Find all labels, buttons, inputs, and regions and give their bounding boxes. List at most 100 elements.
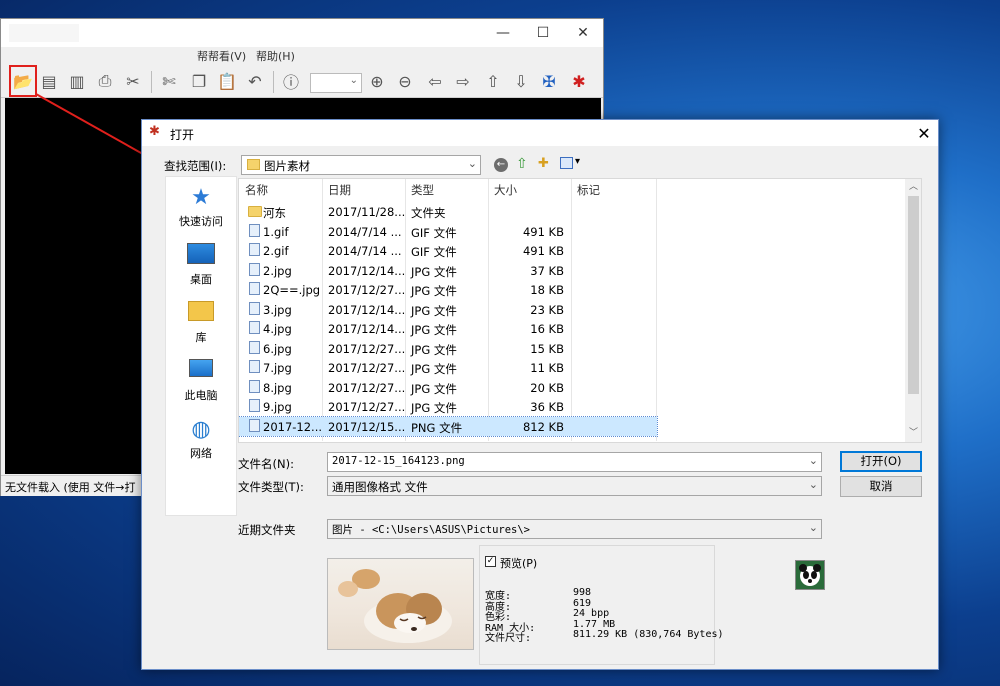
info-value: 1.77 MB bbox=[573, 618, 616, 630]
file-size: 491 KB bbox=[522, 244, 564, 258]
folder-icon bbox=[247, 159, 260, 170]
open-button[interactable]: 打开(O) bbox=[840, 451, 922, 472]
column-date[interactable]: 日期 bbox=[328, 182, 351, 198]
image-file-icon bbox=[249, 301, 260, 315]
view-menu-icon[interactable] bbox=[560, 157, 573, 169]
place-label: 网络 bbox=[190, 447, 212, 460]
place-desktop[interactable]: 桌面 bbox=[166, 237, 236, 293]
up-folder-icon[interactable]: ⇧ bbox=[516, 156, 528, 172]
file-name: 4.jpg bbox=[263, 322, 292, 336]
file-row[interactable]: 2Q==.jpg 2017/12/27... JPG 文件 18 KB bbox=[239, 280, 657, 300]
file-type: GIF 文件 bbox=[411, 245, 457, 259]
file-date: 2014/7/14 ... bbox=[328, 244, 402, 258]
places-bar: ★ 快速访问 桌面 库 此电脑 ◍ 网络 bbox=[165, 176, 237, 516]
file-row[interactable]: 2.jpg 2017/12/14... JPG 文件 37 KB bbox=[239, 261, 657, 281]
new-folder-icon[interactable]: ✚ bbox=[538, 156, 549, 171]
filename-combo[interactable]: 2017-12-15_164123.png ⌄ bbox=[327, 452, 822, 472]
file-size: 37 KB bbox=[530, 263, 564, 278]
file-name: 2.jpg bbox=[263, 263, 292, 278]
file-row[interactable]: 河东 2017/11/28... 文件夹 bbox=[239, 202, 657, 222]
scroll-up-icon[interactable]: ︿ bbox=[909, 179, 918, 192]
file-type: JPG 文件 bbox=[411, 362, 457, 376]
image-file-icon bbox=[249, 399, 260, 412]
preview-checkbox[interactable]: ✓ bbox=[485, 556, 496, 567]
file-row[interactable]: 7.jpg 2017/12/27... JPG 文件 11 KB bbox=[239, 358, 657, 378]
place-library[interactable]: 库 bbox=[166, 295, 236, 351]
column-size[interactable]: 大小 bbox=[494, 182, 517, 198]
filename-label: 文件名(N): bbox=[238, 457, 294, 471]
scrollbar-thumb[interactable] bbox=[908, 196, 919, 394]
recent-folders-value: 图片 - <C:\Users\ASUS\Pictures\> bbox=[332, 524, 531, 536]
image-file-icon bbox=[249, 262, 260, 276]
file-name: 1.gif bbox=[263, 224, 289, 239]
file-type: PNG 文件 bbox=[411, 420, 463, 435]
vertical-scrollbar[interactable]: ︿ ﹀ bbox=[905, 179, 921, 442]
file-type: JPG 文件 bbox=[411, 303, 457, 318]
file-name: 2.gif bbox=[263, 244, 289, 258]
file-date: 2017/12/27... bbox=[328, 283, 406, 297]
chevron-down-icon[interactable]: ⌄ bbox=[809, 478, 818, 491]
file-list[interactable]: 名称 ^ 日期 类型 大小 标记 河东 2017/11/28... 文件夹 1.gif… bbox=[238, 178, 922, 443]
recent-folders-label: 近期文件夹 bbox=[238, 523, 296, 537]
file-date: 2017/12/27... bbox=[328, 361, 406, 375]
column-tags[interactable]: 标记 bbox=[577, 182, 600, 198]
cancel-button[interactable]: 取消 bbox=[840, 476, 922, 497]
recent-folders-combo[interactable]: 图片 - <C:\Users\ASUS\Pictures\> ⌄ bbox=[327, 519, 822, 539]
file-size: 16 KB bbox=[530, 322, 564, 336]
dialog-close-button[interactable]: ✕ bbox=[910, 120, 938, 146]
view-menu-chevron-icon[interactable]: ▾ bbox=[575, 156, 580, 167]
file-row[interactable]: 8.jpg 2017/12/27... JPG 文件 20 KB bbox=[239, 378, 657, 398]
dialog-title: 打开 bbox=[170, 128, 195, 142]
file-name: 2017-12... bbox=[263, 419, 323, 434]
look-in-combo[interactable]: 图片素材 ⌄ bbox=[241, 155, 481, 175]
filetype-value: 通用图像格式 文件 bbox=[332, 480, 428, 494]
look-in-value: 图片素材 bbox=[264, 159, 310, 173]
column-name[interactable]: 名称 bbox=[245, 182, 268, 198]
file-date: 2017/12/27... bbox=[328, 380, 406, 395]
quick-access-star-icon: ★ bbox=[191, 185, 211, 210]
file-row[interactable]: 2.gif 2014/7/14 ... GIF 文件 491 KB bbox=[239, 241, 657, 261]
puppy-image bbox=[338, 569, 452, 643]
column-type[interactable]: 类型 bbox=[411, 182, 434, 198]
file-type: JPG 文件 bbox=[411, 342, 457, 357]
file-row[interactable]: 3.jpg 2017/12/14... JPG 文件 23 KB bbox=[239, 300, 657, 320]
place-quick-access[interactable]: ★ 快速访问 bbox=[166, 179, 236, 235]
image-file-icon bbox=[249, 379, 260, 393]
image-file-icon bbox=[249, 418, 260, 432]
file-size: 11 KB bbox=[530, 361, 564, 375]
file-name: 7.jpg bbox=[263, 361, 292, 375]
place-this-pc[interactable]: 此电脑 bbox=[166, 353, 236, 409]
file-row[interactable]: 6.jpg 2017/12/27... JPG 文件 15 KB bbox=[239, 339, 657, 359]
file-type: JPG 文件 bbox=[411, 264, 457, 279]
file-size: 36 KB bbox=[530, 400, 564, 414]
filetype-combo[interactable]: 通用图像格式 文件 ⌄ bbox=[327, 476, 822, 496]
chevron-down-icon: ⌄ bbox=[467, 157, 477, 170]
open-file-dialog: ✱ 打开 ✕ 查找范围(I): 图片素材 ⌄ ← ⇧ ✚ ▾ ★ 快速访问 桌面… bbox=[141, 119, 939, 670]
image-file-icon bbox=[249, 360, 260, 373]
place-network[interactable]: ◍ 网络 bbox=[166, 411, 236, 467]
file-row[interactable]: 9.jpg 2017/12/27... JPG 文件 36 KB bbox=[239, 397, 657, 417]
chevron-down-icon[interactable]: ⌄ bbox=[809, 454, 818, 467]
computer-icon bbox=[187, 359, 215, 385]
filetype-label: 文件类型(T): bbox=[238, 480, 304, 494]
file-row[interactable]: 4.jpg 2017/12/14... JPG 文件 16 KB bbox=[239, 319, 657, 339]
file-date: 2014/7/14 ... bbox=[328, 224, 402, 239]
back-icon[interactable]: ← bbox=[494, 158, 508, 172]
sort-up-icon: ^ bbox=[277, 178, 286, 186]
file-date: 2017/12/15... bbox=[328, 419, 406, 434]
image-file-icon bbox=[249, 340, 260, 354]
file-type: JPG 文件 bbox=[411, 401, 457, 415]
file-row[interactable]: 1.gif 2014/7/14 ... GIF 文件 491 KB bbox=[239, 222, 657, 242]
file-size: 812 KB bbox=[522, 419, 564, 434]
look-in-label: 查找范围(I): bbox=[164, 159, 227, 173]
scroll-down-icon[interactable]: ﹀ bbox=[909, 425, 918, 438]
file-date: 2017/12/14... bbox=[328, 322, 406, 336]
app-logo-icon: ✱ bbox=[149, 124, 160, 139]
chevron-down-icon[interactable]: ⌄ bbox=[809, 521, 818, 534]
folder-icon bbox=[248, 206, 262, 217]
file-row[interactable]: 2017-12... 2017/12/15... PNG 文件 812 KB bbox=[239, 415, 658, 437]
file-type: JPG 文件 bbox=[411, 323, 457, 337]
image-file-icon bbox=[249, 223, 260, 237]
info-value: 619 bbox=[573, 597, 592, 609]
filename-value: 2017-12-15_164123.png bbox=[332, 455, 465, 467]
